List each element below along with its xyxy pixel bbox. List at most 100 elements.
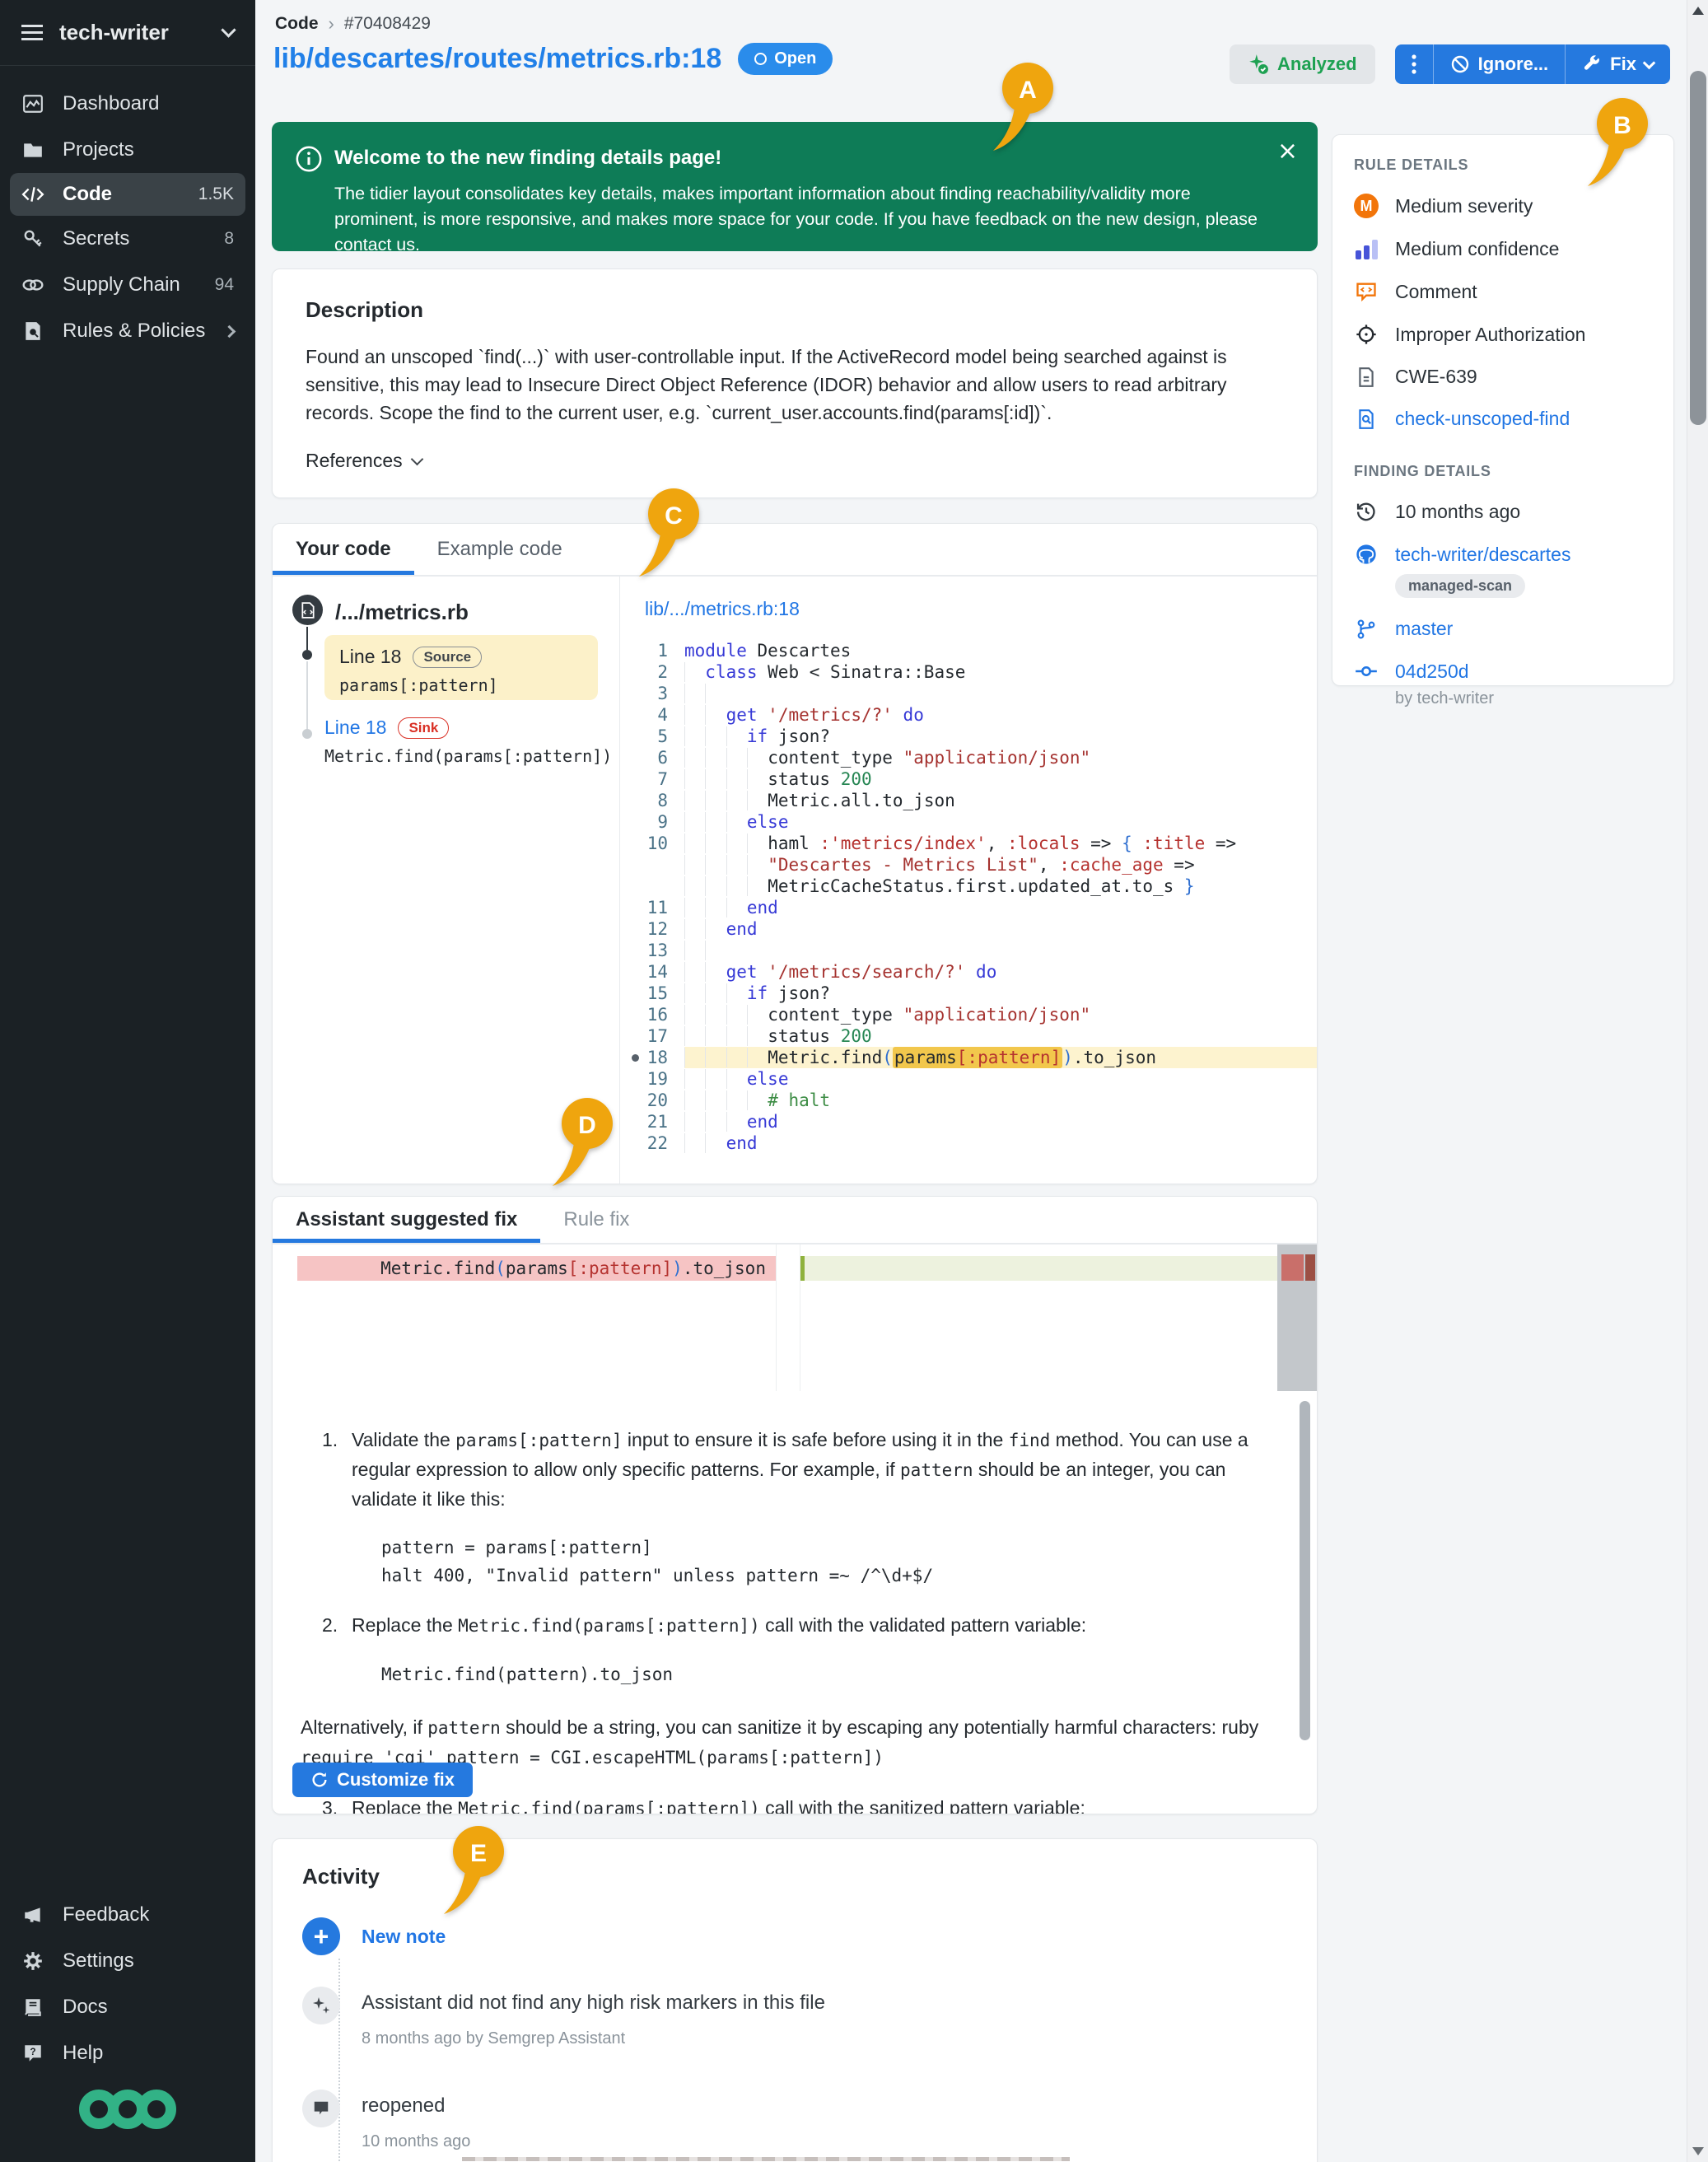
- finding-details-page: tech-writer Dashboard Projects Code: [0, 0, 1708, 2162]
- trace-source-step[interactable]: Line 18 Source params[:pattern]: [324, 635, 598, 700]
- finding-details-heading: FINDING DETAILS: [1354, 463, 1652, 480]
- sidebar-item-projects[interactable]: Projects: [0, 127, 255, 173]
- trace-source-dot: [302, 650, 312, 660]
- findings-count-badge: 1.5K: [198, 184, 234, 204]
- trace-file-name[interactable]: /.../metrics.rb: [335, 600, 469, 625]
- tab-assistant-fix[interactable]: Assistant suggested fix: [273, 1197, 540, 1243]
- tab-your-code[interactable]: Your code: [273, 524, 414, 575]
- finding-age: 10 months ago: [1395, 501, 1520, 523]
- ignore-button[interactable]: Ignore...: [1433, 44, 1566, 84]
- sidebar-footer: Feedback Settings Docs ? Help: [0, 1892, 255, 2076]
- vuln-class-row: Improper Authorization: [1354, 323, 1652, 346]
- commit-row: 04d250d: [1354, 660, 1652, 683]
- scroll-up-arrow[interactable]: [1692, 7, 1704, 15]
- rules-doc-icon: [21, 320, 44, 342]
- sidebar-item-secrets[interactable]: Secrets 8: [0, 216, 255, 262]
- fix-instruction-block: 2.Replace the Metric.find(params[:patter…: [322, 1611, 1279, 1641]
- code-line-finding: 18 Metric.find(params[:pattern]).to_json: [620, 1047, 1317, 1068]
- sidebar-item-label: Feedback: [63, 1903, 234, 1926]
- sidebar-item-docs[interactable]: Docs: [0, 1984, 255, 2030]
- no-entry-icon: [1450, 54, 1470, 74]
- diff-before-pane: Metric.find(params[:pattern]).to_json: [273, 1244, 777, 1391]
- sidebar-item-rules-policies[interactable]: Rules & Policies: [0, 308, 255, 354]
- severity-label: Medium severity: [1395, 195, 1533, 217]
- sink-badge: Sink: [398, 717, 449, 739]
- code-line: 16 content_type "application/json": [620, 1004, 1317, 1025]
- commit-link[interactable]: 04d250d: [1395, 661, 1469, 683]
- code-line: 6 content_type "application/json": [620, 747, 1317, 768]
- rule-name-link[interactable]: check-unscoped-find: [1395, 408, 1570, 430]
- breadcrumb-code[interactable]: Code: [275, 14, 319, 34]
- finding-line-dot: [632, 1054, 639, 1062]
- github-icon: [1354, 543, 1379, 566]
- status-badge[interactable]: Open: [738, 43, 833, 75]
- callout-marker-c: C: [632, 486, 707, 581]
- scroll-down-arrow[interactable]: [1692, 2147, 1704, 2155]
- page-scrollbar[interactable]: [1687, 0, 1708, 2162]
- sidebar: tech-writer Dashboard Projects Code: [0, 0, 255, 2162]
- activity-item-title: reopened: [362, 2094, 470, 2118]
- new-note-row: + New note: [302, 1917, 1287, 1955]
- references-toggle[interactable]: References: [306, 450, 1284, 472]
- rule-mode-row: Comment: [1354, 280, 1652, 303]
- fix-panel-scrollbar[interactable]: [1300, 1401, 1310, 1740]
- megaphone-icon: [21, 1904, 44, 1926]
- sidebar-item-label: Settings: [63, 1950, 234, 1973]
- analyzed-button[interactable]: Analyzed: [1230, 44, 1375, 84]
- banner-body: The tidier layout consolidates key detai…: [334, 181, 1268, 258]
- add-note-icon[interactable]: +: [302, 1917, 340, 1955]
- wrench-icon: [1582, 54, 1602, 74]
- chevron-down-icon: [410, 452, 423, 465]
- source-badge: Source: [413, 647, 482, 668]
- diff-minimap-added-marker: [1305, 1254, 1315, 1281]
- description-body: Found an unscoped `find(...)` with user-…: [306, 343, 1284, 427]
- more-actions-button[interactable]: [1395, 44, 1433, 84]
- page-title[interactable]: lib/descartes/routes/metrics.rb:18: [273, 43, 721, 75]
- branch-link[interactable]: master: [1395, 618, 1453, 640]
- code-line: 12 end: [620, 918, 1317, 940]
- code-line: 1module Descartes: [620, 640, 1317, 661]
- help-icon: ?: [21, 2043, 44, 2064]
- fix-instruction-block: Metric.find(pattern).to_json: [381, 1660, 1279, 1688]
- comment-bubble-icon: [302, 2090, 340, 2127]
- customize-fix-button[interactable]: Customize fix: [292, 1763, 473, 1797]
- sidebar-item-label: Code: [63, 183, 180, 206]
- code-line: 11 end: [620, 897, 1317, 918]
- code-line: 15 if json?: [620, 983, 1317, 1004]
- sidebar-item-feedback[interactable]: Feedback: [0, 1892, 255, 1938]
- trace-sink-line[interactable]: Line 18: [324, 717, 386, 739]
- finding-age-row: 10 months ago: [1354, 500, 1652, 523]
- sidebar-item-label: Projects: [63, 138, 234, 161]
- sidebar-item-help[interactable]: ? Help: [0, 2030, 255, 2076]
- activity-card: Activity + New note Assistant did not fi…: [272, 1838, 1318, 2162]
- history-icon: [1354, 500, 1379, 523]
- sidebar-item-settings[interactable]: Settings: [0, 1938, 255, 1984]
- trace-sink-step[interactable]: Line 18 Sink Metric.find(params[:pattern…: [324, 717, 612, 766]
- trace-source-code: params[:pattern]: [339, 675, 583, 695]
- code-line: 4 get '/metrics/?' do: [620, 704, 1317, 726]
- cwe-row: CWE-639: [1354, 366, 1652, 388]
- new-note-button[interactable]: New note: [362, 1917, 446, 1955]
- sidebar-item-label: Supply Chain: [63, 273, 197, 297]
- code-line: 20 # halt: [620, 1090, 1317, 1111]
- confidence-row: Medium confidence: [1354, 238, 1652, 260]
- sidebar-item-code[interactable]: Code 1.5K: [10, 173, 245, 216]
- activity-item-title: Assistant did not find any high risk mar…: [362, 1992, 825, 2015]
- menu-icon[interactable]: [21, 31, 43, 34]
- sidebar-item-dashboard[interactable]: Dashboard: [0, 81, 255, 127]
- file-link[interactable]: lib/.../metrics.rb:18: [645, 598, 800, 620]
- tab-example-code[interactable]: Example code: [414, 524, 586, 575]
- callout-marker-b: B: [1581, 96, 1655, 191]
- code-line: 17 status 200: [620, 1025, 1317, 1047]
- code-line: 3: [620, 683, 1317, 704]
- scrollbar-thumb[interactable]: [1690, 71, 1706, 425]
- code-listing: 1module Descartes2 class Web < Sinatra::…: [620, 640, 1317, 1154]
- org-switcher[interactable]: tech-writer: [0, 0, 255, 66]
- tab-rule-fix[interactable]: Rule fix: [540, 1197, 652, 1243]
- fix-button[interactable]: Fix: [1565, 44, 1670, 84]
- close-icon[interactable]: ×: [1277, 137, 1298, 166]
- diff-minimap-scrollbar[interactable]: [1277, 1244, 1317, 1391]
- repo-link[interactable]: tech-writer/descartes: [1395, 544, 1570, 566]
- comment-mode-icon: [1354, 280, 1379, 303]
- sidebar-item-supply-chain[interactable]: Supply Chain 94: [0, 262, 255, 308]
